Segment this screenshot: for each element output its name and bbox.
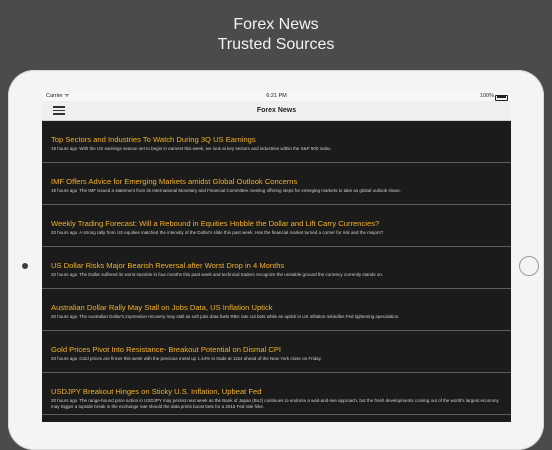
news-age: 19 hours ago [51, 188, 78, 193]
news-summary: Gold prices are firmer this week with th… [79, 356, 322, 361]
news-title[interactable]: Australian Dollar Rally May Stall on Job… [51, 303, 503, 312]
news-title[interactable]: Gold Prices Pivot Into Resistance- Break… [51, 345, 503, 354]
news-age: 20 hours ago [51, 356, 78, 361]
news-meta: 20 hours ago The Australian Dollar's impr… [51, 314, 503, 320]
battery-icon [495, 94, 508, 101]
news-summary: The range-bound price action in USDJPY m… [51, 398, 499, 409]
news-title[interactable]: US Dollar Risks Major Bearish Reversal a… [51, 261, 503, 270]
news-age: 20 hours ago [51, 398, 78, 403]
news-title[interactable]: USDJPY Breakout Hinges on Sticky U.S. In… [51, 387, 503, 396]
news-title[interactable]: Top Sectors and Industries To Watch Duri… [51, 135, 503, 144]
news-summary: The Dollar suffered its worst stumble in… [79, 272, 384, 277]
news-summary: A strong rally from US equities matched … [79, 230, 384, 235]
news-title[interactable]: Weekly Trading Forecast: Will a Rebound … [51, 219, 503, 228]
news-item[interactable]: Weekly Trading Forecast: Will a Rebound … [42, 205, 511, 247]
news-item[interactable]: IMF Offers Advice for Emerging Markets a… [42, 163, 511, 205]
news-age: 20 hours ago [51, 230, 78, 235]
news-summary: The IMF issued a statement from its Inte… [79, 188, 401, 193]
news-meta: 19 hours ago The IMF issued a statement f… [51, 188, 503, 194]
news-item[interactable]: Top Sectors and Industries To Watch Duri… [42, 121, 511, 163]
news-meta: 20 hours ago The Dollar suffered its wors… [51, 272, 503, 278]
status-bar: Carrier ᯤ 6:21 PM 100% [42, 92, 511, 101]
home-button[interactable] [519, 256, 539, 276]
camera-dot [22, 263, 28, 269]
news-summary: With the US earnings season set to begin… [79, 146, 332, 151]
clock: 6:21 PM [266, 93, 287, 99]
nav-title: Forex News [256, 107, 297, 114]
news-meta: 20 hours ago A strong rally from US equit… [51, 230, 503, 236]
battery-percent: 100% [479, 93, 494, 99]
promo-subtitle: Trusted Sources [217, 36, 335, 53]
promo-title: Forex News [233, 16, 319, 33]
news-summary: The Australian Dollar's impressive recov… [79, 314, 400, 319]
news-age: 20 hours ago [51, 272, 78, 277]
news-title[interactable]: IMF Offers Advice for Emerging Markets a… [51, 177, 503, 186]
news-list: Top Sectors and Industries To Watch Duri… [42, 121, 511, 415]
news-item[interactable]: Australian Dollar Rally May Stall on Job… [42, 289, 511, 331]
app-screen: Carrier ᯤ 6:21 PM 100% Forex News Top Se… [42, 92, 511, 422]
news-meta: 20 hours ago The range-bound price action… [51, 398, 503, 410]
news-meta: 19 hours ago With the US earnings season … [51, 146, 503, 152]
news-item[interactable]: US Dollar Risks Major Bearish Reversal a… [42, 247, 511, 289]
news-age: 19 hours ago [51, 146, 78, 151]
news-meta: 20 hours ago Gold prices are firmer this … [51, 356, 503, 362]
news-item[interactable]: Gold Prices Pivot Into Resistance- Break… [42, 331, 511, 373]
news-age: 20 hours ago [51, 314, 78, 319]
navigation-bar: Forex News [42, 101, 511, 121]
news-item[interactable]: USDJPY Breakout Hinges on Sticky U.S. In… [42, 373, 511, 415]
